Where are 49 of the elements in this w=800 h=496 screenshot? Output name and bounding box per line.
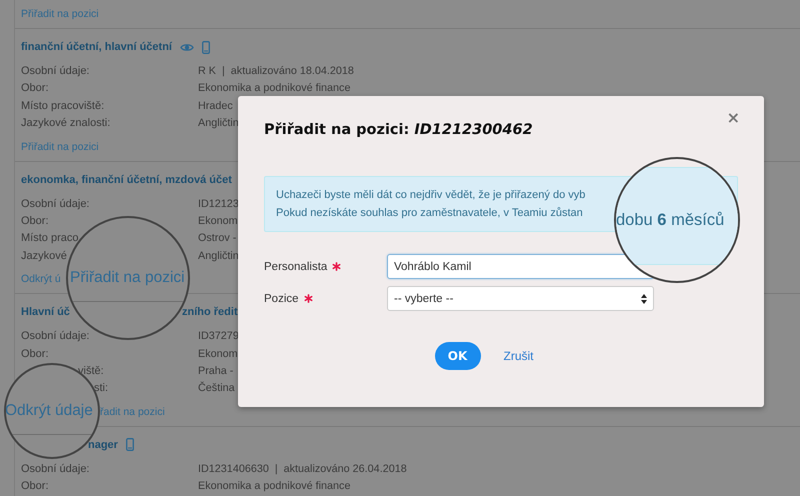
cancel-link[interactable]: Zrušit: [504, 349, 534, 363]
position-select[interactable]: -- vyberte --: [387, 286, 654, 311]
field-label: Obor:: [21, 480, 49, 492]
close-button[interactable]: ×: [726, 110, 740, 126]
candidate-title: ekonomka, finanční účetní, mzdová účet: [21, 174, 232, 186]
field-value: R K | aktualizováno 18.04.2018: [198, 64, 354, 79]
field-value: ID37279: [198, 329, 239, 344]
field-value: Ekonom: [198, 346, 238, 362]
field-label: viště:: [78, 365, 104, 378]
field-label: Osobní údaje:: [21, 65, 90, 77]
candidate-title: nager: [88, 438, 118, 451]
info-text: Uchazeči byste měli dát co nejdřiv vědět, že je přiřazený do vyb: [276, 188, 586, 203]
field-label: Pozice: [264, 292, 299, 304]
field-label: Osobní údaje:: [21, 330, 90, 342]
field-value: Angličtin: [198, 116, 239, 132]
field-value: ID1231406630 | aktualizováno 26.04.2018: [198, 462, 407, 477]
field-value: Ostrov -: [198, 231, 236, 246]
field-label: Místo pracoviště:: [21, 100, 104, 112]
dialog-title: Přiřadit na pozici: ID1212300462: [264, 122, 533, 138]
field-label: Místo praco: [21, 232, 78, 244]
field-value: Ekonomika a podnikové finance: [198, 479, 350, 494]
action-link[interactable]: Přiřadit na pozici: [21, 8, 99, 20]
field-label: Personalista: [264, 260, 328, 272]
field-label: Osobní údaje:: [21, 198, 90, 210]
personalista-input[interactable]: Vohráblo Kamil: [387, 254, 654, 279]
candidate-title: zního ředit: [182, 306, 238, 318]
action-link[interactable]: řadit na pozici: [100, 406, 165, 418]
field-value: Ekonom: [198, 214, 238, 230]
action-link[interactable]: Odkrýt ú: [21, 273, 61, 286]
candidate-title: Hlavní úč: [21, 306, 70, 318]
field-label: Obor:: [21, 348, 49, 360]
field-value: ID12123: [198, 196, 239, 212]
info-text: Pokud nezískáte souhlas pro zaměstnavatele, v Teamiu zůstan: [276, 206, 583, 221]
magnified-text: dobu 6 měsíců: [616, 210, 724, 230]
field-label: sti:: [94, 382, 108, 394]
field-value: Ekonomika a podnikové finance: [198, 81, 350, 96]
field-label: Jazykové: [21, 250, 67, 262]
action-link[interactable]: Přiřadit na pozici: [21, 140, 99, 153]
ok-button[interactable]: OK: [434, 342, 480, 370]
field-label: Obor:: [21, 82, 49, 94]
field-value: Praha -: [198, 364, 234, 380]
field-value: Čeština: [198, 380, 235, 396]
candidate-title: finanční účetní, hlavní účetní: [21, 41, 172, 53]
field-label: Obor:: [21, 215, 49, 228]
select-arrows-icon: [641, 294, 647, 304]
field-label: Osobní údaje:: [21, 462, 90, 475]
field-value: Angličtin: [198, 248, 239, 264]
field-label: Jazykové znalosti:: [21, 117, 110, 130]
field-value: Hradec: [198, 98, 233, 114]
